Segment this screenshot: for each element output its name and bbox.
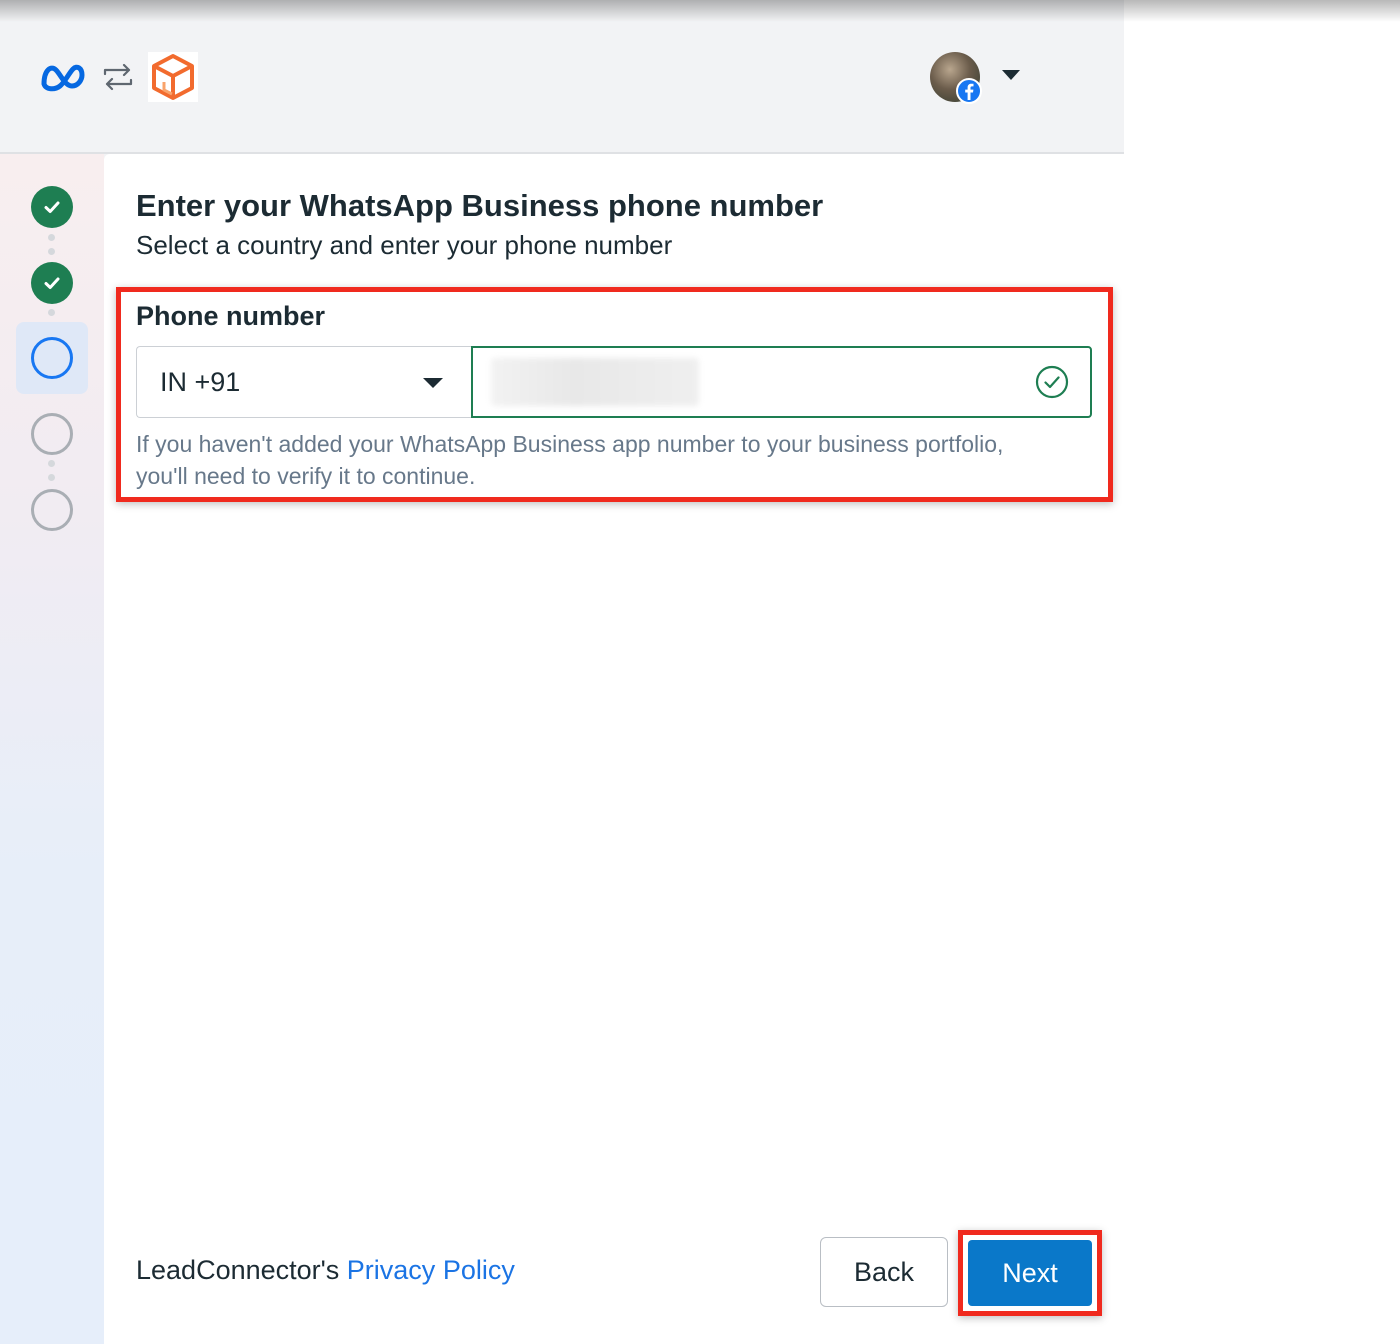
check-icon (44, 201, 60, 213)
progress-stepper (0, 154, 104, 1344)
next-button[interactable]: Next (968, 1240, 1092, 1306)
page-title: Enter your WhatsApp Business phone numbe… (136, 188, 824, 223)
step-connector (48, 309, 55, 316)
facebook-icon (956, 78, 982, 104)
header-bar (0, 0, 1124, 154)
embedded-signup-window: Enter your WhatsApp Business phone numbe… (0, 0, 1124, 1344)
country-code-select[interactable]: IN +91 (136, 346, 472, 418)
leadconnector-logo (148, 52, 198, 102)
step-1-completed (31, 186, 73, 228)
caret-down-icon[interactable] (1002, 70, 1020, 80)
phone-number-label: Phone number (136, 301, 326, 331)
step-connector (48, 460, 55, 467)
phone-number-input[interactable]: ••••••••••• (471, 346, 1092, 418)
phone-helper-text: If you haven't added your WhatsApp Busin… (136, 431, 1004, 489)
back-button[interactable]: Back (820, 1237, 948, 1307)
step-connector (48, 474, 55, 481)
step-4-upcoming-circle-icon (31, 413, 73, 455)
phone-number-value-redacted: ••••••••••• (491, 358, 699, 406)
step-connector (48, 248, 55, 255)
step-2-completed (31, 262, 73, 304)
caret-down-icon (423, 378, 443, 388)
logo-group (38, 52, 198, 102)
step-3-current-circle-icon (31, 337, 73, 379)
step-5-upcoming-circle-icon (31, 489, 73, 531)
window-top-shadow (0, 0, 1400, 22)
avatar[interactable] (930, 52, 982, 104)
sync-arrows-icon (103, 63, 133, 91)
privacy-policy-link[interactable]: Privacy Policy (347, 1255, 515, 1285)
step-connector (48, 234, 55, 241)
meta-logo (41, 64, 85, 92)
check-icon (44, 277, 60, 289)
privacy-footer: LeadConnector's Privacy Policy (136, 1255, 515, 1286)
country-code-value: IN +91 (160, 367, 241, 397)
check-circle-icon (1035, 365, 1069, 399)
main-panel: Enter your WhatsApp Business phone numbe… (104, 154, 1124, 1344)
page-subtitle: Select a country and enter your phone nu… (136, 230, 673, 260)
company-name: LeadConnector's (136, 1255, 347, 1285)
